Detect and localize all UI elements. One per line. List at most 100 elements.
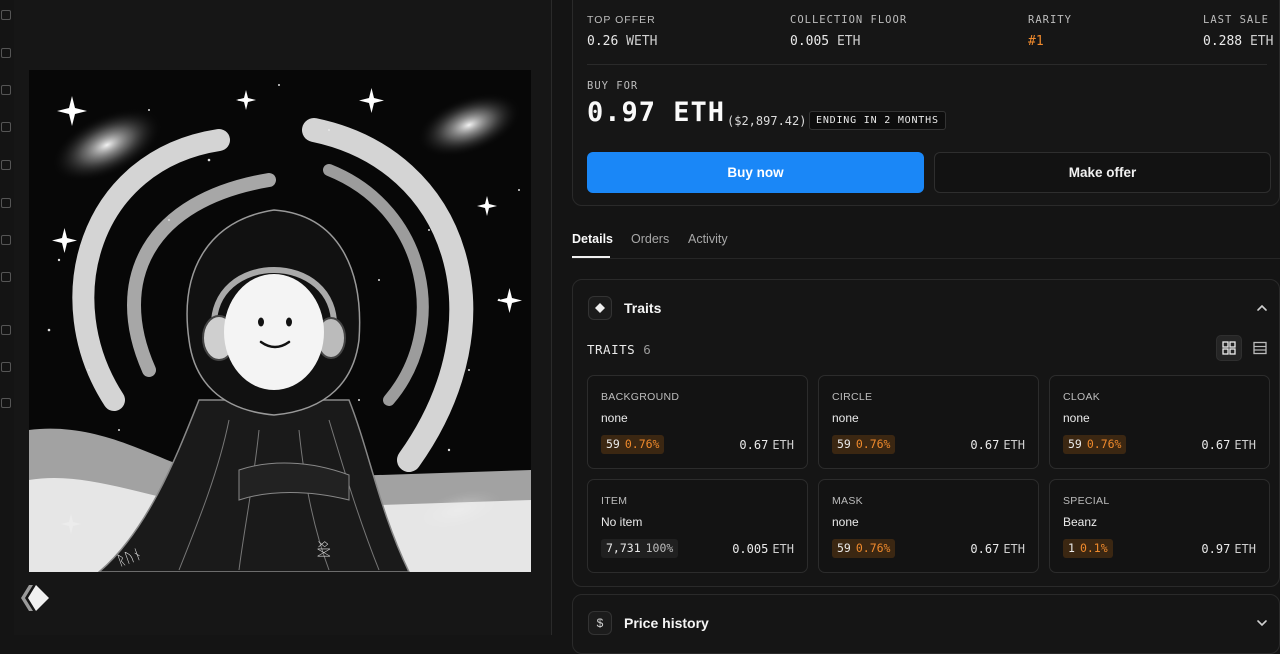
trait-type: BACKGROUND bbox=[601, 391, 680, 403]
trait-card[interactable]: SPECIAL Beanz 1 0.1% 0.97 ETH bbox=[1049, 479, 1270, 573]
trait-floor-price: 0.67 ETH bbox=[970, 438, 1025, 452]
sidebar-rail-icon[interactable] bbox=[1, 198, 11, 208]
trait-type: MASK bbox=[832, 495, 863, 507]
trait-price-unit: ETH bbox=[1234, 438, 1256, 452]
make-offer-button[interactable]: Make offer bbox=[934, 152, 1271, 193]
listing-price: 0.97 ETH bbox=[587, 97, 726, 128]
trait-percent: 0.76% bbox=[1086, 437, 1122, 451]
trait-rarity-badge: 59 0.76% bbox=[601, 435, 665, 454]
trait-value: none bbox=[832, 411, 859, 425]
trait-count: 59 bbox=[1068, 437, 1082, 451]
sidebar-rail-icon[interactable] bbox=[1, 325, 11, 335]
trait-rarity-badge: 1 0.1% bbox=[1063, 539, 1113, 558]
svg-text:ᛟᛞ: ᛟᛞ bbox=[315, 540, 331, 557]
trait-type: CIRCLE bbox=[832, 391, 873, 403]
trait-rarity-badge: 7,731 100% bbox=[601, 539, 679, 558]
trait-percent: 0.76% bbox=[855, 541, 891, 555]
traits-count-number: 6 bbox=[643, 342, 652, 357]
active-tab-indicator bbox=[572, 256, 610, 258]
trait-price-unit: ETH bbox=[1003, 438, 1025, 452]
trait-value: No item bbox=[601, 515, 643, 529]
sidebar-rail-icon[interactable] bbox=[1, 48, 11, 58]
dollar-icon: $ bbox=[588, 611, 612, 635]
brand-logo-icon[interactable] bbox=[20, 582, 52, 614]
trait-count: 59 bbox=[606, 437, 620, 451]
trait-floor-price: 0.67 ETH bbox=[970, 542, 1025, 556]
chevron-up-icon[interactable] bbox=[1255, 301, 1269, 315]
trait-percent: 0.76% bbox=[855, 437, 891, 451]
trait-rarity-badge: 59 0.76% bbox=[832, 539, 896, 558]
sidebar-rail-icon[interactable] bbox=[1, 398, 11, 408]
listing-ending-badge: ENDING IN 2 MONTHS bbox=[809, 111, 946, 130]
rarity-label: RARITY bbox=[1028, 14, 1072, 26]
app-sidebar-rail bbox=[0, 0, 14, 635]
top-offer-label: TOP OFFER bbox=[587, 14, 656, 26]
collection-floor-label: COLLECTION FLOOR bbox=[790, 14, 908, 26]
panel-divider bbox=[551, 0, 552, 635]
sidebar-rail-icon[interactable] bbox=[1, 362, 11, 372]
trait-floor-price: 0.67 ETH bbox=[739, 438, 794, 452]
tab-details[interactable]: Details bbox=[572, 232, 613, 246]
chevron-down-icon[interactable] bbox=[1255, 616, 1269, 630]
sidebar-rail-icon[interactable] bbox=[1, 85, 11, 95]
top-offer-unit: WETH bbox=[626, 34, 658, 49]
nft-artwork-image[interactable]: ᚱᚢᚾ ᛟᛞ bbox=[29, 70, 531, 572]
trait-value: Beanz bbox=[1063, 515, 1098, 529]
last-sale-value: 0.288 ETH bbox=[1203, 34, 1273, 49]
trait-price-unit: ETH bbox=[1003, 542, 1025, 556]
collection-floor-unit: ETH bbox=[836, 34, 861, 49]
trait-price-amount: 0.67 bbox=[1201, 438, 1231, 452]
sidebar-rail-icon[interactable] bbox=[1, 160, 11, 170]
list-view-button[interactable] bbox=[1247, 335, 1273, 361]
trait-card[interactable]: BACKGROUND none 59 0.76% 0.67 ETH bbox=[587, 375, 808, 469]
tab-orders[interactable]: Orders bbox=[631, 232, 669, 246]
top-offer-value: 0.26 WETH bbox=[587, 34, 657, 49]
traits-count-label: TRAITS bbox=[587, 342, 636, 357]
details-tabs: Details Orders Activity bbox=[572, 222, 1280, 259]
last-sale-unit: ETH bbox=[1249, 34, 1274, 49]
trait-value: none bbox=[832, 515, 859, 529]
trait-floor-price: 0.005 ETH bbox=[732, 542, 794, 556]
trait-price-unit: ETH bbox=[772, 438, 794, 452]
rarity-value[interactable]: #1 bbox=[1028, 34, 1044, 49]
trait-value: none bbox=[1063, 411, 1090, 425]
trait-card[interactable]: CIRCLE none 59 0.76% 0.67 ETH bbox=[818, 375, 1039, 469]
trait-price-amount: 0.005 bbox=[732, 542, 769, 556]
tab-activity[interactable]: Activity bbox=[688, 232, 728, 246]
trait-count: 59 bbox=[837, 437, 851, 451]
stats-divider bbox=[587, 64, 1267, 65]
sidebar-rail-icon[interactable] bbox=[1, 10, 11, 20]
buy-now-button[interactable]: Buy now bbox=[587, 152, 924, 193]
traits-section-title[interactable]: Traits bbox=[624, 300, 661, 316]
price-offer-card: TOP OFFER 0.26 WETH COLLECTION FLOOR 0.0… bbox=[572, 0, 1280, 206]
sidebar-rail-icon[interactable] bbox=[1, 272, 11, 282]
grid-icon bbox=[1222, 341, 1236, 355]
trait-price-amount: 0.67 bbox=[739, 438, 769, 452]
top-offer-amount: 0.26 bbox=[587, 34, 619, 49]
trait-type: CLOAK bbox=[1063, 391, 1101, 403]
trait-percent: 0.1% bbox=[1079, 541, 1108, 555]
last-sale-amount: 0.288 bbox=[1203, 34, 1243, 49]
sidebar-rail-icon[interactable] bbox=[1, 235, 11, 245]
trait-type: SPECIAL bbox=[1063, 495, 1110, 507]
trait-price-amount: 0.97 bbox=[1201, 542, 1231, 556]
sidebar-rail-icon[interactable] bbox=[1, 122, 11, 132]
trait-floor-price: 0.97 ETH bbox=[1201, 542, 1256, 556]
trait-card[interactable]: MASK none 59 0.76% 0.67 ETH bbox=[818, 479, 1039, 573]
trait-price-unit: ETH bbox=[772, 542, 794, 556]
trait-rarity-badge: 59 0.76% bbox=[832, 435, 896, 454]
price-history-section[interactable]: $ Price history bbox=[572, 594, 1280, 654]
diamond-icon bbox=[588, 296, 612, 320]
trait-card[interactable]: CLOAK none 59 0.76% 0.67 ETH bbox=[1049, 375, 1270, 469]
trait-price-amount: 0.67 bbox=[970, 542, 1000, 556]
trait-floor-price: 0.67 ETH bbox=[1201, 438, 1256, 452]
grid-view-button[interactable] bbox=[1216, 335, 1242, 361]
last-sale-label: LAST SALE bbox=[1203, 14, 1269, 26]
trait-count: 7,731 bbox=[606, 541, 641, 555]
trait-card[interactable]: ITEM No item 7,731 100% 0.005 ETH bbox=[587, 479, 808, 573]
collection-floor-value: 0.005 ETH bbox=[790, 34, 860, 49]
trait-count: 1 bbox=[1068, 541, 1075, 555]
traits-count: TRAITS 6 bbox=[587, 342, 651, 357]
price-history-title[interactable]: Price history bbox=[624, 615, 709, 631]
list-icon bbox=[1253, 341, 1267, 355]
